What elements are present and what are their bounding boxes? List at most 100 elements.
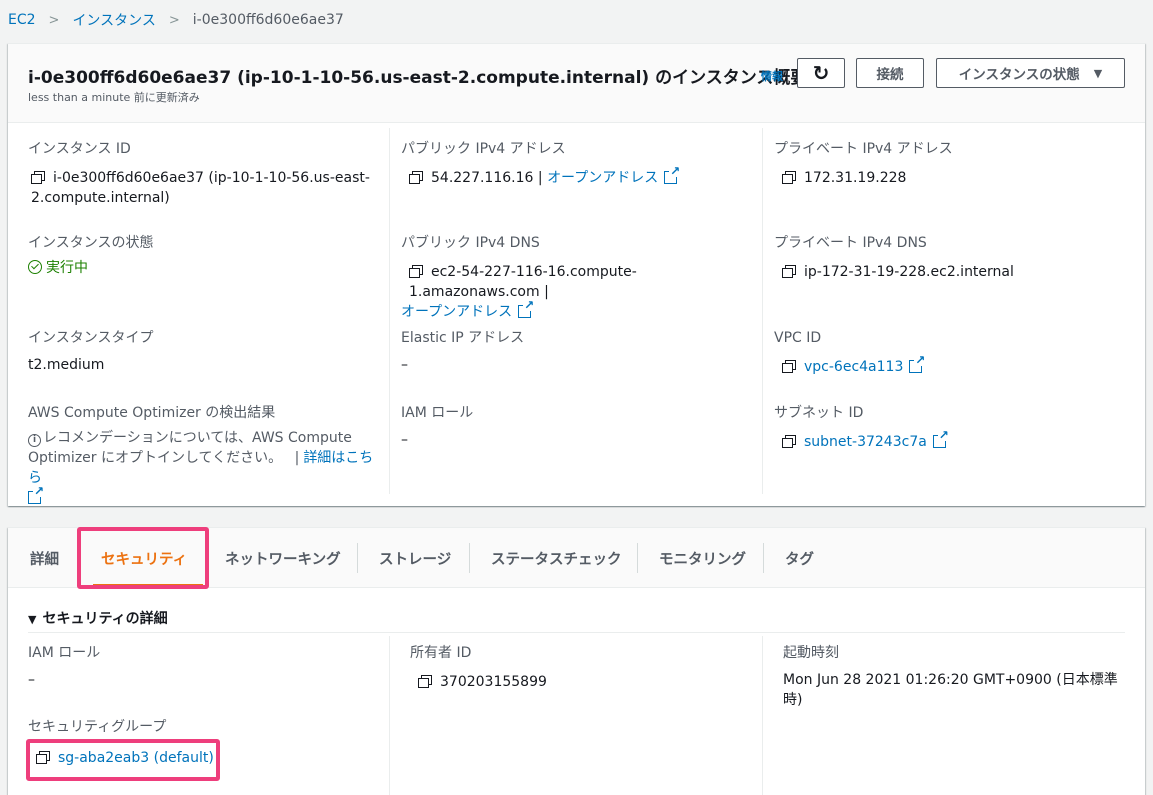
tab-tags[interactable]: タグ <box>785 544 814 572</box>
copy-icon[interactable] <box>409 171 423 184</box>
copy-icon[interactable] <box>782 360 796 373</box>
copy-icon[interactable] <box>782 435 796 448</box>
tab-networking[interactable]: ネットワーキング <box>225 544 341 572</box>
external-link-icon[interactable] <box>909 354 926 373</box>
optimizer-separator: | <box>294 450 300 466</box>
vpc-id-label: VPC ID <box>774 330 822 346</box>
launch-time-label: 起動時刻 <box>783 645 839 661</box>
tab-monitoring[interactable]: モニタリング <box>659 544 746 572</box>
page-title: i-0e300ff6d60e6ae37 (ip-10-1-10-56.us-ea… <box>28 68 808 88</box>
security-iam-role-label: IAM ロール <box>28 645 101 661</box>
public-ipv4-value-wrap: 54.227.116.16 | オープンアドレス <box>401 165 752 188</box>
vpc-id-value-wrap: vpc-6ec4a113 <box>774 354 1135 377</box>
private-dns-value-wrap: ip-172-31-19-228.ec2.internal <box>774 262 1135 282</box>
tab-status-checks[interactable]: ステータスチェック <box>491 544 622 572</box>
tab-storage[interactable]: ストレージ <box>379 544 451 572</box>
refresh-button[interactable]: ↻ <box>797 58 845 88</box>
instance-state-value-wrap: 実行中 <box>28 258 379 278</box>
subnet-id-label: サブネット ID <box>774 405 864 421</box>
owner-id-label: 所有者 ID <box>410 645 472 661</box>
last-updated-text: less than a minute 前に更新済み <box>28 91 200 104</box>
summary-column-1: インスタンス ID i-0e300ff6d60e6ae37 (ip-10-1-1… <box>8 128 389 504</box>
instance-id-label: インスタンス ID <box>28 141 131 157</box>
private-ipv4-value-wrap: 172.31.19.228 <box>774 168 1135 188</box>
private-dns-label: プライベート IPv4 DNS <box>774 235 927 251</box>
security-column-3: 起動時刻 Mon Jun 28 2021 01:26:20 GMT+0900 (… <box>762 636 1145 795</box>
instance-id-value-wrap: i-0e300ff6d60e6ae37 (ip-10-1-10-56.us-ea… <box>28 168 379 208</box>
optimizer-label: AWS Compute Optimizer の検出結果 <box>28 405 276 421</box>
elastic-ip-label: Elastic IP アドレス <box>401 330 525 346</box>
instance-state-button[interactable]: インスタンスの状態 ▼ <box>936 58 1125 88</box>
caret-down-icon: ▼ <box>1093 66 1103 80</box>
chevron-right-icon: > <box>168 12 180 28</box>
iam-role-field: IAM ロール – <box>401 404 752 450</box>
summary-header: i-0e300ff6d60e6ae37 (ip-10-1-10-56.us-ea… <box>8 44 1145 123</box>
security-iam-role-field: IAM ロール – <box>28 644 379 690</box>
highlight-security-tab <box>77 527 209 589</box>
vpc-id-field: VPC ID vpc-6ec4a113 <box>774 329 1135 377</box>
tab-details[interactable]: 詳細 <box>30 544 59 572</box>
info-icon: i <box>28 434 41 447</box>
breadcrumb-ec2[interactable]: EC2 <box>8 12 36 28</box>
launch-time-field: 起動時刻 Mon Jun 28 2021 01:26:20 GMT+0900 (… <box>783 644 1135 710</box>
instance-type-value: t2.medium <box>28 357 105 373</box>
subnet-id-value-wrap: subnet-37243c7a <box>774 429 1135 452</box>
copy-icon[interactable] <box>409 265 423 278</box>
instance-state-field: インスタンスの状態 実行中 <box>28 234 379 278</box>
copy-icon[interactable] <box>31 171 45 184</box>
breadcrumb: EC2 > インスタンス > i-0e300ff6d60e6ae37 <box>8 10 344 30</box>
vpc-id-link[interactable]: vpc-6ec4a113 <box>804 359 903 375</box>
public-dns-open-link[interactable]: オープンアドレス <box>401 304 512 320</box>
instance-state-label-text: インスタンスの状態 <box>28 235 154 251</box>
public-ipv4-value: 54.227.116.16 <box>431 170 534 186</box>
public-ipv4-label: パブリック IPv4 アドレス <box>401 141 566 157</box>
security-iam-role-value: – <box>28 672 35 688</box>
iam-role-label: IAM ロール <box>401 405 474 421</box>
tab-divider <box>469 543 470 573</box>
subnet-id-link[interactable]: subnet-37243c7a <box>804 434 927 450</box>
external-link-icon[interactable] <box>28 485 44 504</box>
caret-down-icon: ▼ <box>28 613 37 626</box>
security-details-heading[interactable]: ▼ セキュリティの詳細 <box>28 608 168 628</box>
instance-state-label: インスタンスの状態 <box>958 67 1080 83</box>
public-dns-separator: | <box>544 284 549 300</box>
private-dns-value: ip-172-31-19-228.ec2.internal <box>804 264 1014 280</box>
public-ipv4-separator: | <box>537 170 543 186</box>
optimizer-field: AWS Compute Optimizer の検出結果 i レコメンデーションにつ… <box>28 404 379 508</box>
public-dns-field: パブリック IPv4 DNS ec2-54-227-116-16.compute… <box>401 234 752 322</box>
instance-id-value: i-0e300ff6d60e6ae37 (ip-10-1-10-56.us-ea… <box>31 170 370 206</box>
instance-type-label: インスタンスタイプ <box>28 330 154 346</box>
external-link-icon[interactable] <box>518 299 535 318</box>
copy-icon[interactable] <box>418 675 432 688</box>
connect-button[interactable]: 接続 <box>856 58 924 88</box>
highlight-security-group <box>26 739 220 781</box>
public-dns-value: ec2-54-227-116-16.compute-1.amazonaws.co… <box>409 264 637 300</box>
tab-divider <box>763 543 764 573</box>
breadcrumb-instances[interactable]: インスタンス <box>72 10 155 30</box>
external-link-icon[interactable] <box>932 429 949 448</box>
tab-divider <box>637 543 638 573</box>
owner-id-field: 所有者 ID 370203155899 <box>410 644 752 692</box>
copy-icon[interactable] <box>782 265 796 278</box>
security-details-title: セキュリティの詳細 <box>42 611 168 627</box>
copy-icon[interactable] <box>782 171 796 184</box>
summary-column-3: プライベート IPv4 アドレス 172.31.19.228 プライベート IP… <box>762 128 1145 494</box>
launch-time-value: Mon Jun 28 2021 01:26:20 GMT+0900 (日本標準時… <box>783 672 1118 708</box>
instance-id-field: インスタンス ID i-0e300ff6d60e6ae37 (ip-10-1-1… <box>28 140 379 208</box>
elastic-ip-field: Elastic IP アドレス – <box>401 329 752 375</box>
public-ipv4-open-link[interactable]: オープンアドレス <box>547 170 658 186</box>
iam-role-value: – <box>401 432 408 448</box>
instance-type-field: インスタンスタイプ t2.medium <box>28 329 379 375</box>
summary-column-2: パブリック IPv4 アドレス 54.227.116.16 | オープンアドレス… <box>389 128 762 494</box>
private-ipv4-value: 172.31.19.228 <box>804 170 907 186</box>
public-dns-link-wrap: オープンアドレス <box>401 299 752 322</box>
owner-id-value: 370203155899 <box>440 674 547 690</box>
info-link[interactable]: 情報 <box>761 68 783 84</box>
private-ipv4-field: プライベート IPv4 アドレス 172.31.19.228 <box>774 140 1135 188</box>
instance-summary-panel: i-0e300ff6d60e6ae37 (ip-10-1-10-56.us-ea… <box>8 43 1145 506</box>
owner-id-value-wrap: 370203155899 <box>410 672 752 692</box>
chevron-right-icon: > <box>48 12 60 28</box>
external-link-icon[interactable] <box>664 165 681 184</box>
private-ipv4-label: プライベート IPv4 アドレス <box>774 141 953 157</box>
private-dns-field: プライベート IPv4 DNS ip-172-31-19-228.ec2.int… <box>774 234 1135 282</box>
